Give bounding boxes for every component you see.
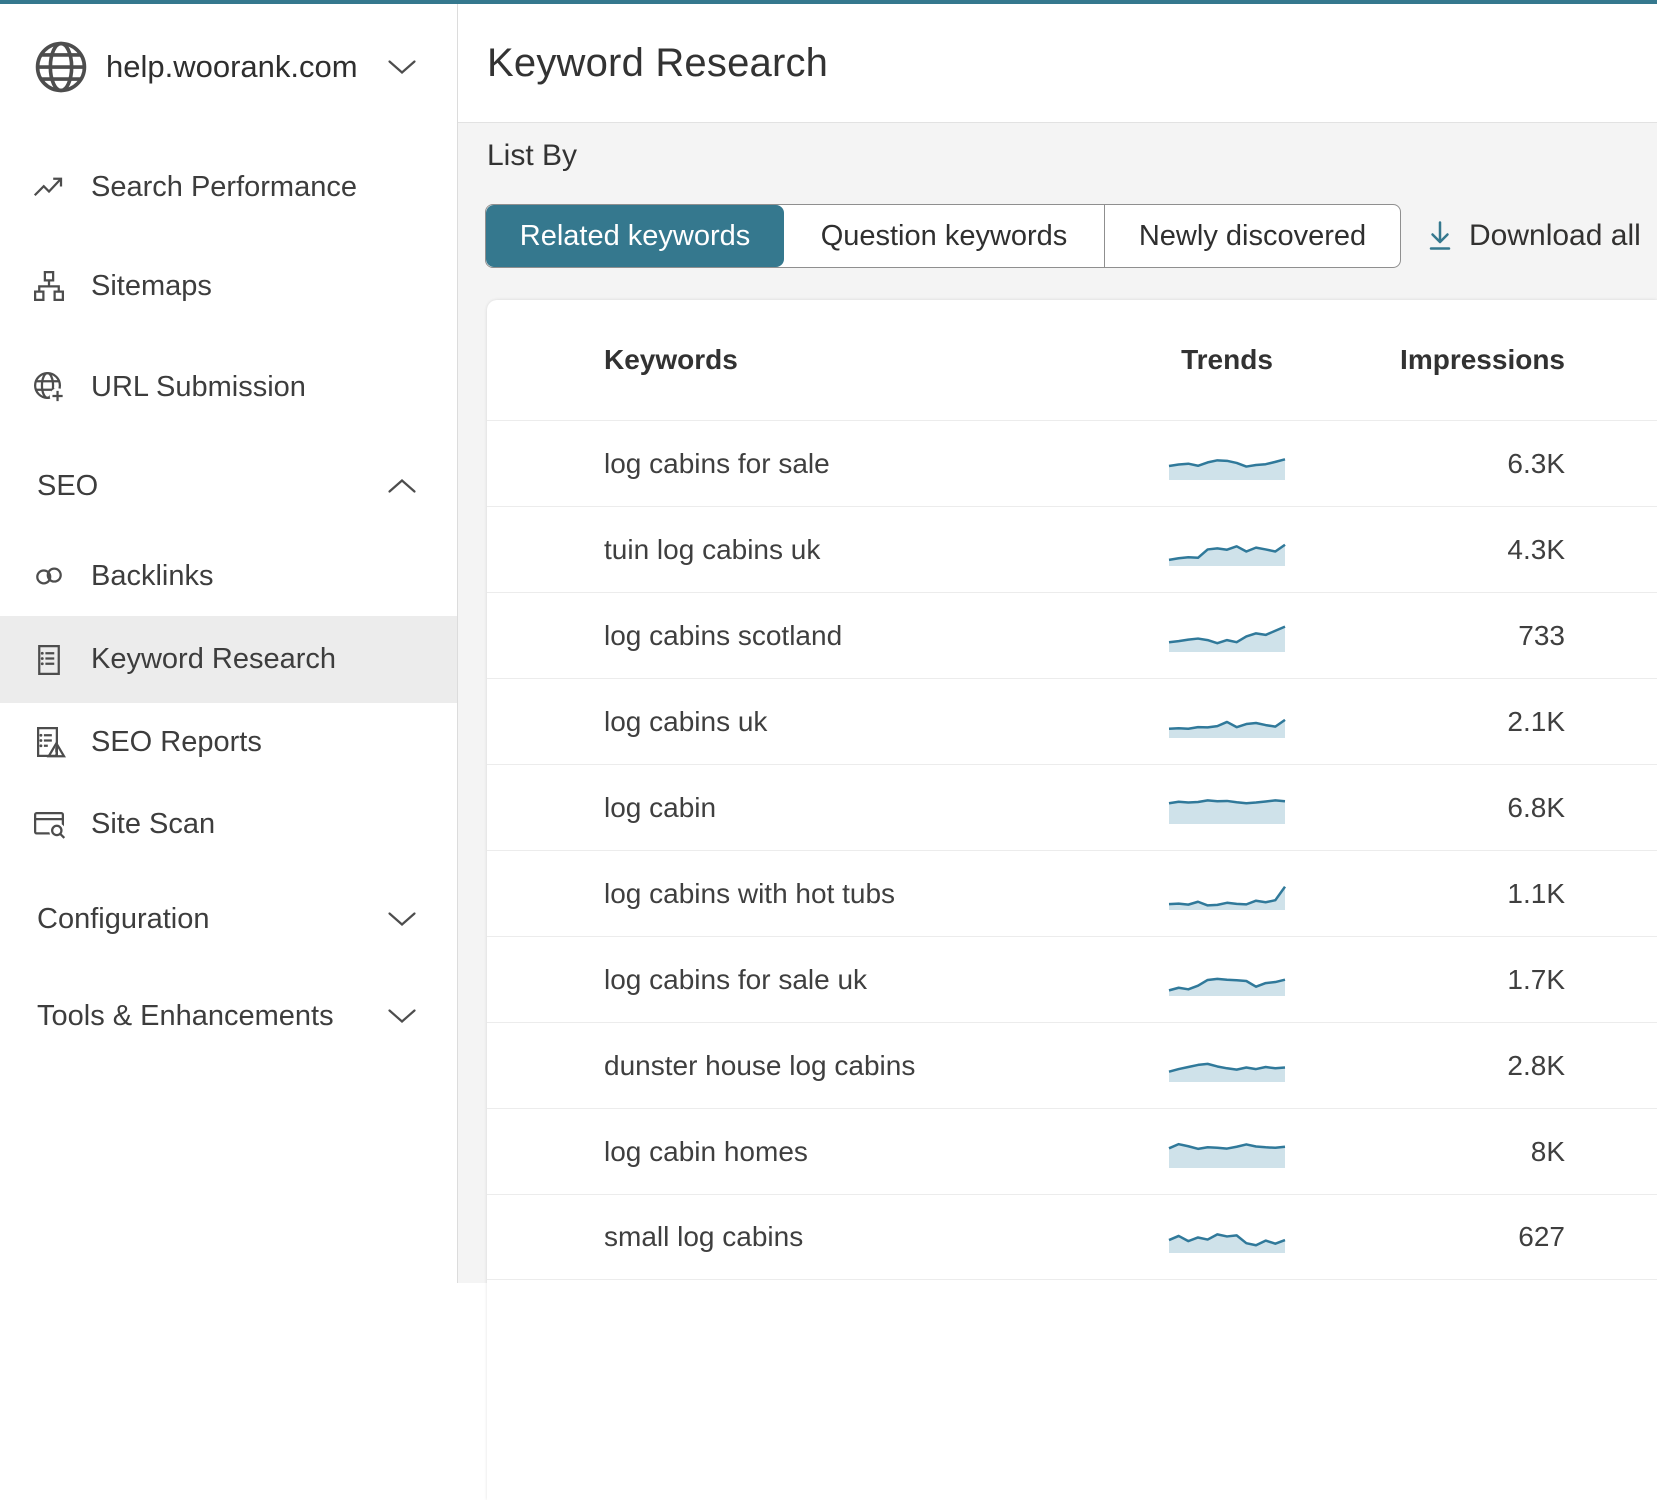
keyword-cell[interactable]: tuin log cabins uk: [604, 534, 820, 566]
sidebar-item-search-performance[interactable]: Search Performance: [0, 152, 457, 222]
impressions-cell: 8K: [1531, 1136, 1565, 1168]
tab-related-keywords[interactable]: Related keywords: [486, 205, 784, 267]
trend-sparkline: [1167, 963, 1287, 997]
download-all-label: Download all: [1469, 219, 1641, 253]
sidebar-item-label: Site Scan: [91, 808, 215, 841]
table-row: dunster house log cabins 2.8K: [487, 1022, 1657, 1108]
trend-sparkline: [1167, 1049, 1287, 1083]
sidebar-section-seo[interactable]: SEO: [0, 451, 457, 521]
main-content: List By Related keywords Question keywor…: [458, 123, 1657, 1283]
sidebar-section-configuration[interactable]: Configuration: [0, 884, 457, 954]
sidebar-section-label: Tools & Enhancements: [37, 1000, 334, 1033]
impressions-cell: 627: [1518, 1221, 1565, 1253]
download-icon: [1425, 219, 1455, 253]
window-search-icon: [31, 806, 67, 842]
sidebar-item-keyword-research[interactable]: Keyword Research: [0, 616, 457, 703]
sidebar-item-seo-reports[interactable]: SEO Reports: [0, 707, 457, 777]
list-by-label: List By: [487, 125, 577, 187]
impressions-cell: 6.3K: [1507, 448, 1565, 480]
sidebar-item-label: Backlinks: [91, 560, 214, 593]
trend-sparkline: [1167, 705, 1287, 739]
sidebar-item-backlinks[interactable]: Backlinks: [0, 541, 457, 611]
table-row: log cabins uk 2.1K: [487, 678, 1657, 764]
sidebar-section-label: Configuration: [37, 903, 210, 936]
impressions-cell: 1.1K: [1507, 878, 1565, 910]
main-header: Keyword Research: [458, 4, 1657, 123]
table-row: log cabins for sale uk 1.7K: [487, 936, 1657, 1022]
chevron-down-icon: [387, 909, 417, 929]
table-row: log cabins with hot tubs 1.1K: [487, 850, 1657, 936]
sidebar-item-label: Search Performance: [91, 171, 357, 204]
sidebar: help.woorank.com Search Performance Site…: [0, 4, 458, 1283]
globe-add-icon: [31, 369, 67, 405]
sidebar-section-label: SEO: [37, 470, 98, 503]
table-row: log cabins for sale 6.3K: [487, 420, 1657, 506]
keyword-cell[interactable]: log cabin homes: [604, 1136, 808, 1168]
sidebar-item-site-scan[interactable]: Site Scan: [0, 789, 457, 859]
keyword-cell[interactable]: log cabins uk: [604, 706, 767, 738]
keyword-cell[interactable]: log cabins with hot tubs: [604, 878, 895, 910]
page-title: Keyword Research: [487, 4, 828, 123]
tab-question-keywords[interactable]: Question keywords: [784, 205, 1104, 267]
keyword-cell[interactable]: log cabin: [604, 792, 716, 824]
column-header-keywords[interactable]: Keywords: [604, 344, 738, 376]
trend-sparkline: [1167, 791, 1287, 825]
keyword-cell[interactable]: log cabins scotland: [604, 620, 842, 652]
table-row: log cabin homes 8K: [487, 1108, 1657, 1194]
document-list-icon: [31, 642, 67, 678]
trend-sparkline: [1167, 533, 1287, 567]
sidebar-section-tools-enhancements[interactable]: Tools & Enhancements: [0, 981, 457, 1051]
document-alert-icon: [31, 724, 67, 760]
table-row: log cabins scotland 733: [487, 592, 1657, 678]
keyword-cell[interactable]: log cabins for sale uk: [604, 964, 867, 996]
list-by-tab-group: Related keywords Question keywords Newly…: [485, 204, 1401, 268]
table-row: log cabin 6.8K: [487, 764, 1657, 850]
impressions-cell: 2.1K: [1507, 706, 1565, 738]
chevron-up-icon: [387, 476, 417, 496]
table-row: tuin log cabins uk 4.3K: [487, 506, 1657, 592]
download-all-button[interactable]: Download all: [1425, 204, 1641, 268]
sidebar-item-sitemaps[interactable]: Sitemaps: [0, 251, 457, 321]
globe-icon: [32, 38, 90, 96]
impressions-cell: 2.8K: [1507, 1050, 1565, 1082]
trend-sparkline: [1167, 1220, 1287, 1254]
impressions-cell: 6.8K: [1507, 792, 1565, 824]
chevron-down-icon: [387, 57, 417, 77]
sidebar-item-label: SEO Reports: [91, 726, 262, 759]
trend-sparkline: [1167, 619, 1287, 653]
chevron-down-icon: [387, 1006, 417, 1026]
column-header-impressions[interactable]: Impressions: [1400, 344, 1565, 376]
sitemap-icon: [31, 268, 67, 304]
impressions-cell: 1.7K: [1507, 964, 1565, 996]
trend-sparkline: [1167, 877, 1287, 911]
keyword-cell[interactable]: dunster house log cabins: [604, 1050, 915, 1082]
impressions-cell: 4.3K: [1507, 534, 1565, 566]
tab-newly-discovered[interactable]: Newly discovered: [1104, 205, 1400, 267]
impressions-cell: 733: [1518, 620, 1565, 652]
keyword-cell[interactable]: log cabins for sale: [604, 448, 830, 480]
column-header-trends[interactable]: Trends: [1167, 344, 1287, 376]
trend-icon: [31, 169, 67, 205]
sidebar-item-url-submission[interactable]: URL Submission: [0, 352, 457, 422]
keyword-cell[interactable]: small log cabins: [604, 1221, 803, 1253]
trend-sparkline: [1167, 447, 1287, 481]
link-icon: [31, 558, 67, 594]
sidebar-item-label: URL Submission: [91, 371, 306, 404]
site-selector[interactable]: help.woorank.com: [0, 28, 457, 106]
sidebar-item-label: Keyword Research: [91, 643, 336, 676]
site-domain-label: help.woorank.com: [106, 49, 358, 85]
table-rows: log cabins for sale 6.3K tuin log cabins u…: [487, 420, 1657, 1280]
sidebar-item-label: Sitemaps: [91, 270, 212, 303]
table-row: small log cabins 627: [487, 1194, 1657, 1280]
table-header-row: Keywords Trends Impressions: [487, 300, 1657, 420]
trend-sparkline: [1167, 1135, 1287, 1169]
keyword-table-card: Keywords Trends Impressions log cabins f…: [487, 300, 1657, 1500]
